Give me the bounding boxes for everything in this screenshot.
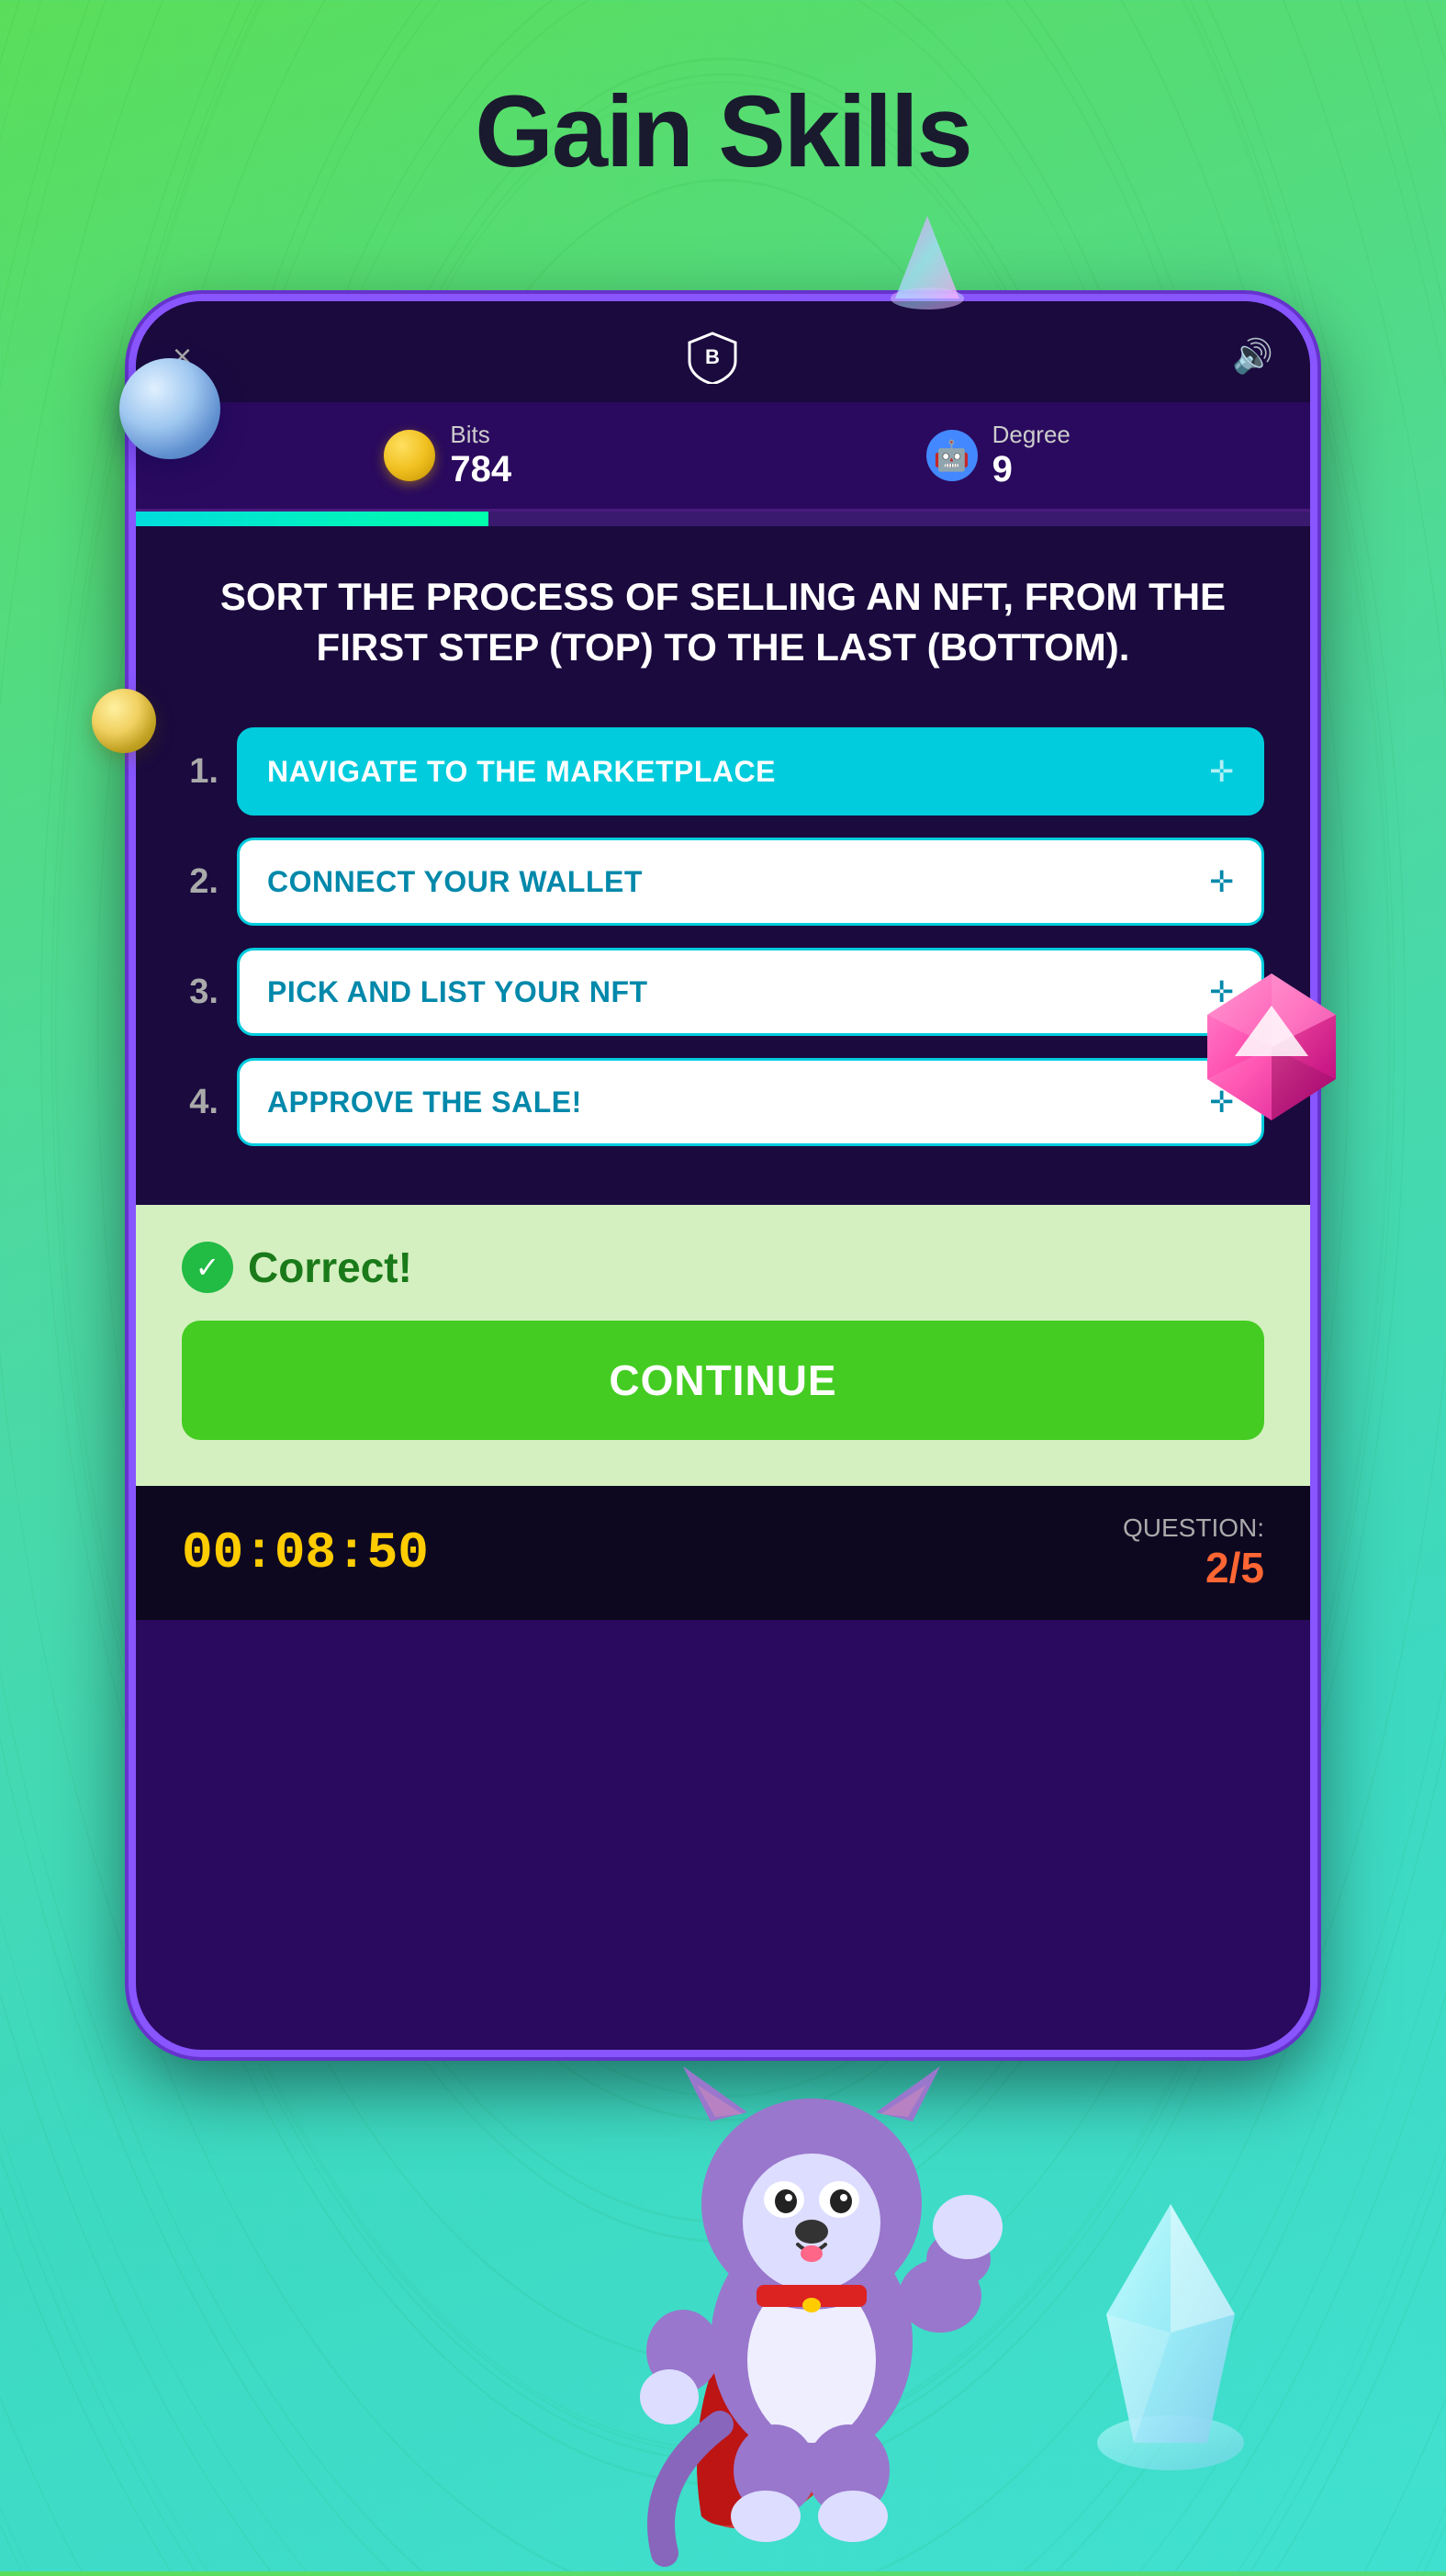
answer-row-3: 3. PICK AND LIST YOUR NFT ✛ [182, 948, 1264, 1036]
answer-text-3: PICK AND LIST YOUR NFT [267, 975, 648, 1009]
question-counter-value: 2/5 [1205, 1544, 1264, 1592]
answer-number-4: 4. [182, 1083, 219, 1122]
drag-icon-1: ✛ [1209, 754, 1234, 789]
deco-sphere-blue [119, 358, 220, 459]
deco-sphere-gold [92, 689, 156, 753]
progress-bar [136, 512, 1310, 526]
answer-button-4[interactable]: APPROVE THE SALE! ✛ [237, 1058, 1264, 1146]
answer-button-3[interactable]: PICK AND LIST YOUR NFT ✛ [237, 948, 1264, 1036]
answer-button-2[interactable]: CONNECT YOUR WALLET ✛ [237, 838, 1264, 926]
deco-cone [886, 211, 969, 312]
bits-icon [384, 430, 435, 481]
page-title: Gain Skills [0, 73, 1446, 190]
sound-button[interactable]: 🔊 [1232, 337, 1273, 376]
top-bar: × B 🔊 [136, 301, 1310, 402]
timer: 00:08:50 [182, 1524, 429, 1582]
bits-label: Bits [450, 421, 511, 449]
answer-row-2: 2. CONNECT YOUR WALLET ✛ [182, 838, 1264, 926]
correct-badge: ✓ Correct! [182, 1242, 1264, 1293]
correct-label: Correct! [248, 1243, 412, 1292]
stats-bar: Bits 784 Degree 9 [136, 402, 1310, 512]
question-counter: QUESTION: 2/5 [1123, 1513, 1264, 1592]
correct-panel: ✓ Correct! CONTINUE [136, 1205, 1310, 1486]
progress-fill [136, 512, 488, 526]
answer-text-2: CONNECT YOUR WALLET [267, 865, 643, 899]
answer-number-2: 2. [182, 862, 219, 902]
degree-value: 9 [992, 449, 1070, 490]
drag-icon-2: ✛ [1209, 864, 1234, 899]
question-text: SORT THE PROCESS OF SELLING AN NFT, FROM… [182, 572, 1264, 672]
svg-text:B: B [705, 345, 720, 368]
bits-stat: Bits 784 [173, 421, 723, 490]
deco-gem [1189, 964, 1354, 1130]
answers-area: 1. NAVIGATE TO THE MARKETPLACE ✛ 2. CONN… [136, 709, 1310, 1205]
mascot-dog [591, 2039, 1032, 2571]
degree-stat: Degree 9 [723, 421, 1274, 490]
degree-label: Degree [992, 421, 1070, 449]
answer-row-4: 4. APPROVE THE SALE! ✛ [182, 1058, 1264, 1146]
question-area: SORT THE PROCESS OF SELLING AN NFT, FROM… [136, 526, 1310, 709]
answer-row-1: 1. NAVIGATE TO THE MARKETPLACE ✛ [182, 727, 1264, 816]
answer-text-4: APPROVE THE SALE! [267, 1086, 582, 1119]
bits-value: 784 [450, 449, 511, 490]
answer-number-3: 3. [182, 973, 219, 1012]
question-counter-label: QUESTION: [1123, 1513, 1264, 1543]
app-logo: B [685, 329, 740, 384]
answer-button-1[interactable]: NAVIGATE TO THE MARKETPLACE ✛ [237, 727, 1264, 816]
correct-check-icon: ✓ [182, 1242, 233, 1293]
bottom-bar: 00:08:50 QUESTION: 2/5 [136, 1486, 1310, 1620]
phone-frame: × B 🔊 Bits 784 Degree 9 [129, 294, 1317, 2057]
answer-text-1: NAVIGATE TO THE MARKETPLACE [267, 755, 776, 789]
degree-icon [926, 430, 978, 481]
answer-number-1: 1. [182, 752, 219, 792]
deco-crystal [1079, 2186, 1262, 2480]
continue-button[interactable]: CONTINUE [182, 1321, 1264, 1440]
